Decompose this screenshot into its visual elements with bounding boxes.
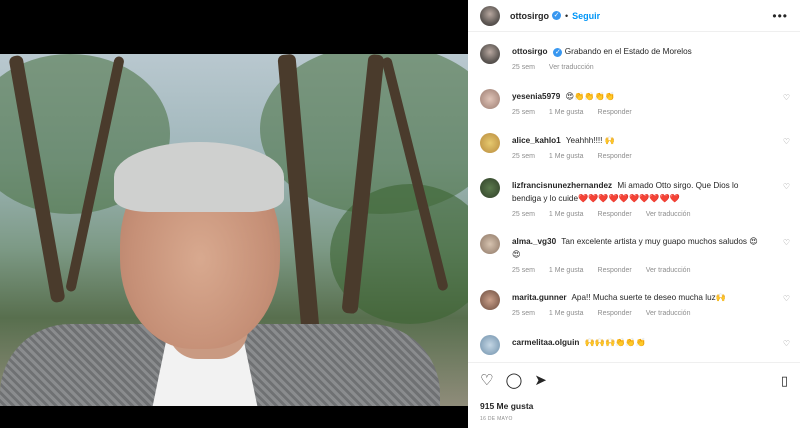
comment-like-icon[interactable]: ♡: [783, 238, 790, 247]
comment-icon[interactable]: ◯: [505, 373, 522, 388]
comment-author[interactable]: alice_kahlo1: [512, 136, 561, 145]
comment-author[interactable]: carmelitaa.olguin: [512, 338, 579, 347]
translate-link[interactable]: Ver traducción: [646, 267, 691, 274]
avatar[interactable]: [480, 335, 500, 355]
likes-count[interactable]: 915 Me gusta: [480, 401, 533, 411]
comment-text: Yeahhh!!!! 🙌: [565, 136, 615, 145]
translate-link[interactable]: Ver traducción: [549, 64, 594, 71]
comment-likes[interactable]: 1 Me gusta: [549, 109, 584, 116]
comment-like-icon[interactable]: ♡: [783, 93, 790, 102]
reply-link[interactable]: Responder: [598, 109, 632, 116]
comment-time: 25 sem: [512, 267, 535, 274]
action-bar: ♡ ◯ ➤ ▯: [468, 362, 800, 398]
reply-link[interactable]: Responder: [598, 310, 632, 317]
comment-like-icon[interactable]: ♡: [783, 339, 790, 348]
heart-icon[interactable]: ♡: [480, 373, 493, 388]
verified-icon: ✓: [553, 48, 563, 57]
post-panel: ottosirgo ✓ • Seguir ••• ottosirgo ✓ Grab…: [468, 0, 800, 428]
post-media[interactable]: [0, 0, 468, 428]
avatar[interactable]: [480, 178, 500, 198]
header-username[interactable]: ottosirgo: [510, 11, 549, 21]
post-photo: [0, 54, 468, 406]
comment-time: 25 sem: [512, 153, 535, 160]
avatar[interactable]: [480, 234, 500, 254]
comment-author[interactable]: alma._vg30: [512, 237, 556, 246]
avatar[interactable]: [480, 290, 500, 310]
reply-link[interactable]: Responder: [598, 267, 632, 274]
comment-like-icon[interactable]: ♡: [783, 137, 790, 146]
avatar[interactable]: [480, 133, 500, 153]
post-header: ottosirgo ✓ • Seguir •••: [468, 0, 800, 32]
translate-link[interactable]: Ver traducción: [646, 211, 691, 218]
comment-like-icon[interactable]: ♡: [783, 294, 790, 303]
person-hair: [114, 142, 284, 212]
comment-time: 25 sem: [512, 211, 535, 218]
caption-time: 25 sem: [512, 64, 535, 71]
comment-text: Apa!! Mucha suerte te deseo mucha luz🙌: [571, 293, 726, 302]
reply-link[interactable]: Responder: [598, 211, 632, 218]
comment-likes[interactable]: 1 Me gusta: [549, 267, 584, 274]
caption-text: Grabando en el Estado de Morelos: [564, 47, 692, 56]
bookmark-icon[interactable]: ▯: [781, 373, 788, 389]
avatar[interactable]: [480, 89, 500, 109]
comment-text: 🙌🙌🙌👏👏👏: [584, 338, 646, 347]
separator-dot: •: [565, 10, 569, 21]
comment-like-icon[interactable]: ♡: [783, 182, 790, 191]
avatar[interactable]: [480, 44, 500, 64]
comment-author[interactable]: marita.gunner: [512, 293, 567, 302]
follow-button[interactable]: Seguir: [572, 11, 600, 21]
comment-author[interactable]: yesenia5979: [512, 92, 560, 101]
caption-author[interactable]: ottosirgo: [512, 47, 547, 56]
avatar[interactable]: [480, 5, 500, 26]
comment-likes[interactable]: 1 Me gusta: [549, 310, 584, 317]
more-icon[interactable]: •••: [772, 9, 788, 23]
comment-time: 25 sem: [512, 310, 535, 317]
verified-icon: ✓: [552, 11, 561, 20]
comment-likes[interactable]: 1 Me gusta: [549, 153, 584, 160]
comments-list[interactable]: ottosirgo ✓ Grabando en el Estado de More…: [468, 32, 800, 362]
share-icon[interactable]: ➤: [534, 373, 547, 388]
comment-time: 25 sem: [512, 109, 535, 116]
post-date: 16 DE MAYO: [480, 416, 513, 422]
reply-link[interactable]: Responder: [598, 153, 632, 160]
translate-link[interactable]: Ver traducción: [646, 310, 691, 317]
comment-likes[interactable]: 1 Me gusta: [549, 211, 584, 218]
comment-author[interactable]: lizfrancisnunezhernandez: [512, 181, 612, 190]
comment-text: 😍👏👏👏👏: [565, 92, 615, 101]
